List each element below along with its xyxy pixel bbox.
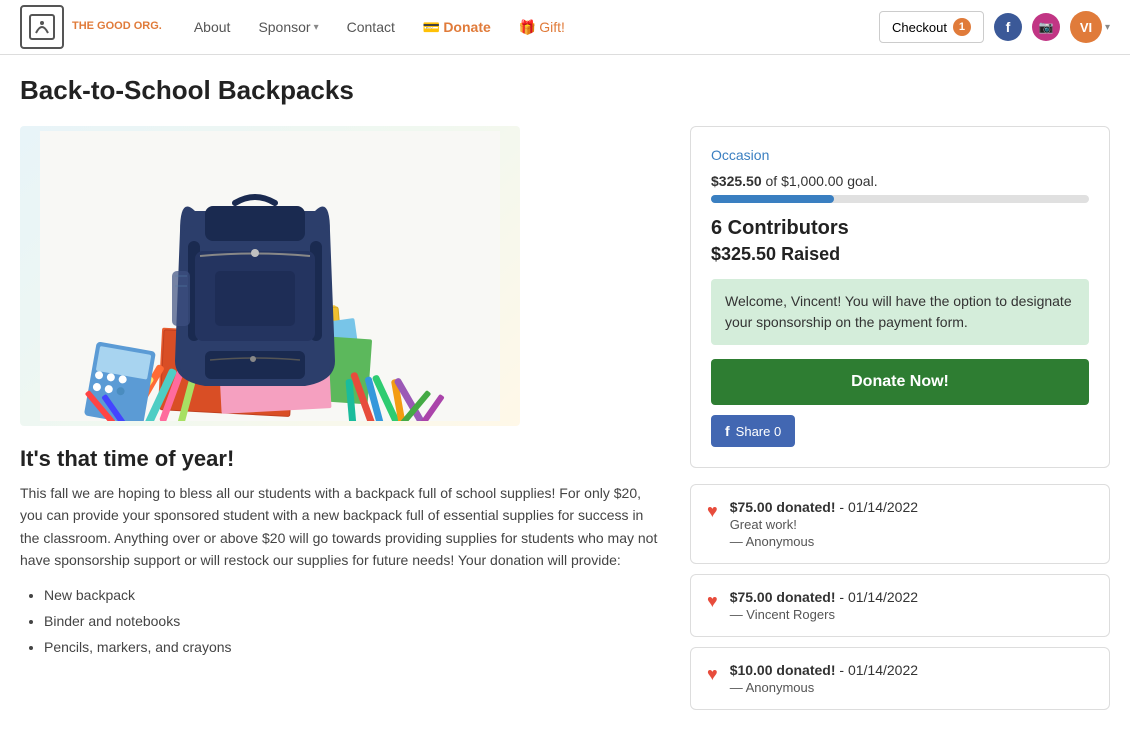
- logo[interactable]: THE GOOD ORG.: [20, 5, 162, 49]
- avatar-chevron-icon: ▾: [1105, 22, 1110, 33]
- heart-icon: ♥: [707, 501, 718, 522]
- donation-amount-2: $75.00 donated! - 01/14/2022: [730, 589, 1093, 605]
- heart-icon: ♥: [707, 664, 718, 685]
- navbar: THE GOOD ORG. About Sponsor ▾ Contact 💳D…: [0, 0, 1130, 55]
- chevron-down-icon: ▾: [314, 22, 319, 33]
- donation-info-2: $75.00 donated! - 01/14/2022 — Vincent R…: [730, 589, 1093, 622]
- right-column: Occasion $325.50 of $1,000.00 goal. 6 Co…: [690, 126, 1110, 720]
- campaign-body: This fall we are hoping to bless all our…: [20, 482, 660, 572]
- navbar-right: Checkout 1 f 📷 VI ▾: [879, 11, 1110, 43]
- donation-donor-2: — Vincent Rogers: [730, 607, 1093, 622]
- donation-card-1: ♥ $75.00 donated! - 01/14/2022 Great wor…: [690, 484, 1110, 564]
- goal-current: $325.50: [711, 173, 762, 189]
- progress-bar-background: [711, 195, 1089, 203]
- donation-donor-3: — Anonymous: [730, 680, 1093, 695]
- nav-links: About Sponsor ▾ Contact 💳Donate 🎁Gift!: [182, 13, 879, 42]
- progress-bar-fill: [711, 195, 834, 203]
- nav-sponsor[interactable]: Sponsor ▾: [246, 13, 330, 41]
- donation-amount-3: $10.00 donated! - 01/14/2022: [730, 662, 1093, 678]
- occasion-label: Occasion: [711, 147, 1089, 163]
- user-menu[interactable]: VI ▾: [1070, 11, 1110, 43]
- nav-gift[interactable]: 🎁Gift!: [507, 13, 577, 42]
- credit-card-icon: 💳: [423, 19, 440, 35]
- facebook-icon[interactable]: f: [994, 13, 1022, 41]
- bullet-item: Pencils, markers, and crayons: [44, 636, 660, 658]
- nav-contact[interactable]: Contact: [335, 13, 407, 41]
- donation-note-1: Great work!: [730, 517, 1093, 532]
- donation-amount-1: $75.00 donated! - 01/14/2022: [730, 499, 1093, 515]
- bullet-item: Binder and notebooks: [44, 610, 660, 632]
- welcome-message: Welcome, Vincent! You will have the opti…: [711, 279, 1089, 345]
- contributors-count: 6 Contributors: [711, 217, 1089, 240]
- page-title: Back-to-School Backpacks: [20, 75, 1110, 106]
- campaign-image: [20, 126, 520, 426]
- avatar: VI: [1070, 11, 1102, 43]
- nav-about[interactable]: About: [182, 13, 243, 41]
- donate-now-button[interactable]: Donate Now!: [711, 359, 1089, 405]
- campaign-panel: Occasion $325.50 of $1,000.00 goal. 6 Co…: [690, 126, 1110, 468]
- goal-suffix: of $1,000.00 goal.: [762, 173, 878, 189]
- donation-donor-1: — Anonymous: [730, 534, 1093, 549]
- logo-text: THE GOOD ORG.: [72, 20, 162, 33]
- page-container: Back-to-School Backpacks: [0, 55, 1130, 740]
- donation-card-2: ♥ $75.00 donated! - 01/14/2022 — Vincent…: [690, 574, 1110, 637]
- donation-info-1: $75.00 donated! - 01/14/2022 Great work!…: [730, 499, 1093, 549]
- content-layout: It's that time of year! This fall we are…: [20, 126, 1110, 720]
- heart-icon: ♥: [707, 591, 718, 612]
- campaign-heading: It's that time of year!: [20, 446, 660, 472]
- nav-donate[interactable]: 💳Donate: [411, 13, 503, 42]
- raised-amount: $325.50 Raised: [711, 244, 1089, 265]
- checkout-button[interactable]: Checkout 1: [879, 11, 984, 43]
- backpack-illustration: [20, 126, 520, 426]
- facebook-share-button[interactable]: f Share 0: [711, 415, 795, 447]
- instagram-icon[interactable]: 📷: [1032, 13, 1060, 41]
- donation-card-3: ♥ $10.00 donated! - 01/14/2022 — Anonymo…: [690, 647, 1110, 710]
- facebook-share-icon: f: [725, 423, 730, 439]
- left-column: It's that time of year! This fall we are…: [20, 126, 660, 720]
- facebook-share-label: Share 0: [736, 424, 782, 439]
- checkout-count: 1: [953, 18, 971, 36]
- donation-info-3: $10.00 donated! - 01/14/2022 — Anonymous: [730, 662, 1093, 695]
- gift-icon: 🎁: [519, 19, 536, 35]
- campaign-bullets: New backpack Binder and notebooks Pencil…: [44, 584, 660, 659]
- bullet-item: New backpack: [44, 584, 660, 606]
- logo-icon: [20, 5, 64, 49]
- goal-text: $325.50 of $1,000.00 goal.: [711, 173, 1089, 189]
